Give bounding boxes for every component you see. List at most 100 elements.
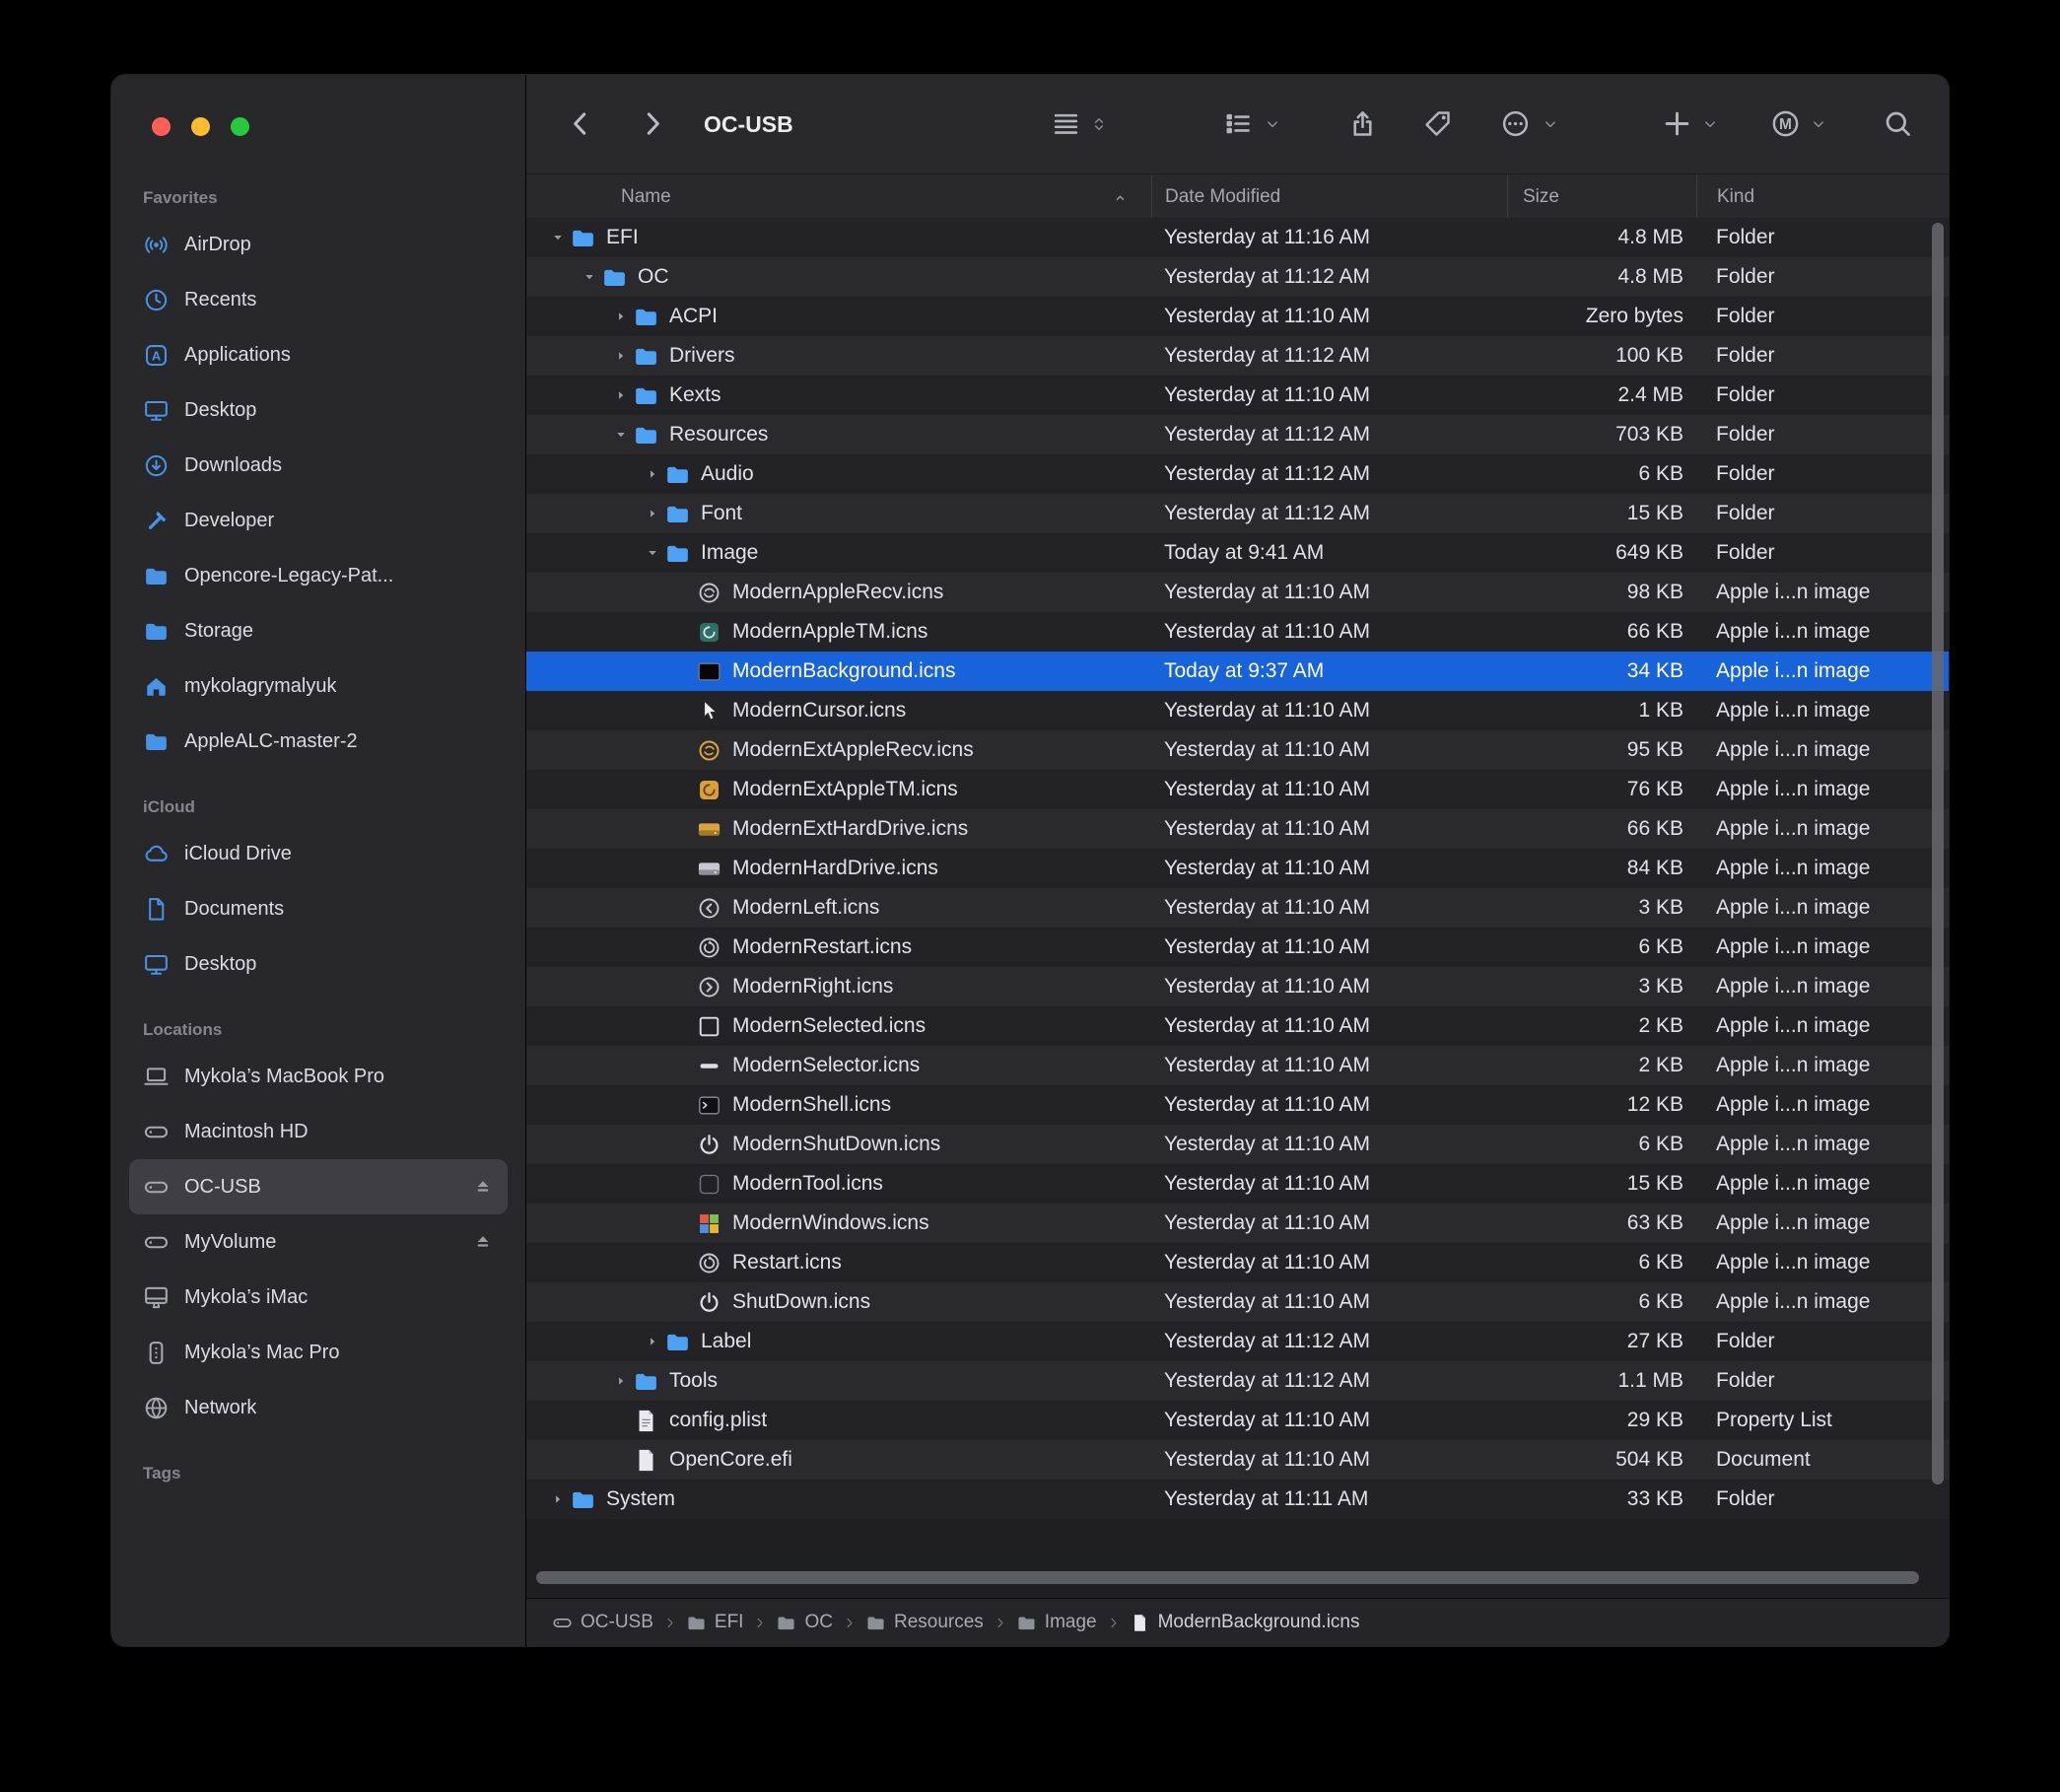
- file-row-modernextharddrive-icns[interactable]: ModernExtHardDrive.icnsYesterday at 11:1…: [526, 809, 1949, 849]
- file-row-label[interactable]: LabelYesterday at 11:12 AM27 KBFolder: [526, 1322, 1949, 1361]
- view-switcher-icon[interactable]: [1051, 108, 1081, 139]
- sidebar-item-applications[interactable]: AApplications: [129, 327, 508, 382]
- sidebar-item-downloads[interactable]: Downloads: [129, 438, 508, 493]
- sidebar-item-macintosh-hd[interactable]: Macintosh HD: [129, 1104, 508, 1159]
- file-row-efi[interactable]: EFIYesterday at 11:16 AM4.8 MBFolder: [526, 218, 1949, 257]
- disclosure-closed-icon[interactable]: [641, 503, 664, 524]
- file-row-modernappletm-icns[interactable]: ModernAppleTM.icnsYesterday at 11:10 AM6…: [526, 612, 1949, 652]
- file-row-modernwindows-icns[interactable]: ModernWindows.icnsYesterday at 11:10 AM6…: [526, 1204, 1949, 1243]
- sidebar-item-mykola-s-macbook-pro[interactable]: Mykola’s MacBook Pro: [129, 1049, 508, 1104]
- chevron-down-icon[interactable]: [1810, 115, 1827, 133]
- path-item-oc-usb[interactable]: OC-USB: [552, 1612, 653, 1633]
- sidebar-item-airdrop[interactable]: AirDrop: [129, 217, 508, 272]
- disclosure-closed-icon[interactable]: [641, 1331, 664, 1352]
- column-header-kind[interactable]: Kind: [1696, 174, 1949, 219]
- zoom-button[interactable]: [231, 117, 249, 136]
- file-row-modernleft-icns[interactable]: ModernLeft.icnsYesterday at 11:10 AM3 KB…: [526, 888, 1949, 928]
- disclosure-closed-icon[interactable]: [641, 463, 664, 485]
- disclosure-closed-icon[interactable]: [609, 384, 633, 406]
- column-header-size[interactable]: Size: [1507, 174, 1696, 219]
- name-cell: Drivers: [526, 343, 1151, 370]
- chevron-down-icon[interactable]: [1542, 115, 1559, 133]
- file-row-modernextapplerecv-icns[interactable]: ModernExtAppleRecv.icnsYesterday at 11:1…: [526, 730, 1949, 770]
- sidebar-item-recents[interactable]: Recents: [129, 272, 508, 327]
- file-row-audio[interactable]: AudioYesterday at 11:12 AM6 KBFolder: [526, 454, 1949, 494]
- sidebar-item-icloud-drive[interactable]: iCloud Drive: [129, 826, 508, 881]
- file-row-modernright-icns[interactable]: ModernRight.icnsYesterday at 11:10 AM3 K…: [526, 967, 1949, 1006]
- file-row-modernextappletm-icns[interactable]: ModernExtAppleTM.icnsYesterday at 11:10 …: [526, 770, 1949, 809]
- chevron-down-icon[interactable]: [1701, 115, 1719, 133]
- disclosure-open-icon[interactable]: [641, 542, 664, 564]
- disclosure-closed-icon[interactable]: [609, 1370, 633, 1392]
- minimize-button[interactable]: [191, 117, 210, 136]
- file-row-resources[interactable]: ResourcesYesterday at 11:12 AM703 KBFold…: [526, 415, 1949, 454]
- sidebar-item-oc-usb[interactable]: OC-USB: [129, 1159, 508, 1214]
- back-button[interactable]: [566, 108, 596, 139]
- path-item-efi[interactable]: EFI: [686, 1612, 744, 1633]
- group-by-icon[interactable]: [1222, 108, 1253, 139]
- file-row-oc[interactable]: OCYesterday at 11:12 AM4.8 MBFolder: [526, 257, 1949, 297]
- file-row-font[interactable]: FontYesterday at 11:12 AM15 KBFolder: [526, 494, 1949, 533]
- file-row-modernselector-icns[interactable]: ModernSelector.icnsYesterday at 11:10 AM…: [526, 1046, 1949, 1085]
- file-row-modernshell-icns[interactable]: ModernShell.icnsYesterday at 11:10 AM12 …: [526, 1085, 1949, 1125]
- sidebar-item-applealc-master-2[interactable]: AppleALC-master-2: [129, 714, 508, 769]
- disclosure-open-icon[interactable]: [578, 266, 601, 288]
- file-row-system[interactable]: SystemYesterday at 11:11 AM33 KBFolder: [526, 1480, 1949, 1519]
- sidebar-item-mykolagrymalyuk[interactable]: mykolagrymalyuk: [129, 658, 508, 714]
- file-row-moderntool-icns[interactable]: ModernTool.icnsYesterday at 11:10 AM15 K…: [526, 1164, 1949, 1204]
- sidebar-item-storage[interactable]: Storage: [129, 603, 508, 658]
- sidebar-item-developer[interactable]: Developer: [129, 493, 508, 548]
- column-header-name[interactable]: Name: [526, 174, 1151, 219]
- file-row-image[interactable]: ImageToday at 9:41 AM649 KBFolder: [526, 533, 1949, 573]
- eject-icon[interactable]: [472, 1176, 494, 1198]
- chevron-down-icon[interactable]: [1264, 115, 1281, 133]
- date-modified-cell: Yesterday at 11:10 AM: [1151, 383, 1507, 407]
- disclosure-closed-icon[interactable]: [546, 1488, 570, 1510]
- file-row-shutdown-icns[interactable]: ShutDown.icnsYesterday at 11:10 AM6 KBAp…: [526, 1282, 1949, 1322]
- file-row-modernshutdown-icns[interactable]: ModernShutDown.icnsYesterday at 11:10 AM…: [526, 1125, 1949, 1164]
- vertical-scrollbar-thumb[interactable]: [1932, 223, 1944, 1484]
- sidebar-item-myvolume[interactable]: MyVolume: [129, 1214, 508, 1270]
- more-actions-icon[interactable]: [1500, 108, 1531, 139]
- share-icon[interactable]: [1347, 108, 1378, 139]
- path-item-modernbackground-icns[interactable]: ModernBackground.icns: [1130, 1612, 1360, 1633]
- file-row-opencore-efi[interactable]: OpenCore.efiYesterday at 11:10 AM504 KBD…: [526, 1440, 1949, 1480]
- file-row-modernselected-icns[interactable]: ModernSelected.icnsYesterday at 11:10 AM…: [526, 1006, 1949, 1046]
- sidebar-item-desktop[interactable]: Desktop: [129, 936, 508, 992]
- chevron-up-down-icon[interactable]: [1090, 115, 1108, 133]
- new-item-icon[interactable]: [1662, 108, 1692, 139]
- sidebar-item-documents[interactable]: Documents: [129, 881, 508, 936]
- eject-icon[interactable]: [472, 1231, 494, 1253]
- path-item-image[interactable]: Image: [1016, 1612, 1097, 1633]
- close-button[interactable]: [152, 117, 171, 136]
- disclosure-closed-icon[interactable]: [609, 306, 633, 327]
- disclosure-open-icon[interactable]: [546, 227, 570, 248]
- sidebar-item-mykola-s-imac[interactable]: Mykola’s iMac: [129, 1270, 508, 1325]
- file-row-moderncursor-icns[interactable]: ModernCursor.icnsYesterday at 11:10 AM1 …: [526, 691, 1949, 730]
- file-row-modernharddrive-icns[interactable]: ModernHardDrive.icnsYesterday at 11:10 A…: [526, 849, 1949, 888]
- disclosure-open-icon[interactable]: [609, 424, 633, 446]
- m-badge-icon[interactable]: M: [1770, 108, 1801, 139]
- disclosure-spacer: [672, 818, 696, 840]
- tag-icon[interactable]: [1422, 108, 1453, 139]
- file-row-modernrestart-icns[interactable]: ModernRestart.icnsYesterday at 11:10 AM6…: [526, 928, 1949, 967]
- path-item-resources[interactable]: Resources: [865, 1612, 984, 1633]
- file-row-config-plist[interactable]: config.plistYesterday at 11:10 AM29 KBPr…: [526, 1401, 1949, 1440]
- file-row-tools[interactable]: ToolsYesterday at 11:12 AM1.1 MBFolder: [526, 1361, 1949, 1401]
- search-icon[interactable]: [1883, 108, 1913, 139]
- sidebar-item-network[interactable]: Network: [129, 1380, 508, 1435]
- path-item-oc[interactable]: OC: [776, 1612, 833, 1633]
- file-row-acpi[interactable]: ACPIYesterday at 11:10 AMZero bytesFolde…: [526, 297, 1949, 336]
- horizontal-scrollbar-thumb[interactable]: [536, 1571, 1919, 1584]
- disclosure-closed-icon[interactable]: [609, 345, 633, 367]
- forward-button[interactable]: [637, 108, 667, 139]
- file-row-restart-icns[interactable]: Restart.icnsYesterday at 11:10 AM6 KBApp…: [526, 1243, 1949, 1282]
- sidebar-item-opencore-legacy-pat[interactable]: Opencore-Legacy-Pat...: [129, 548, 508, 603]
- file-row-kexts[interactable]: KextsYesterday at 11:10 AM2.4 MBFolder: [526, 376, 1949, 415]
- column-header-date-modified[interactable]: Date Modified: [1151, 174, 1507, 219]
- sidebar-item-desktop[interactable]: Desktop: [129, 382, 508, 438]
- file-row-drivers[interactable]: DriversYesterday at 11:12 AM100 KBFolder: [526, 336, 1949, 376]
- sidebar-item-mykola-s-mac-pro[interactable]: Mykola’s Mac Pro: [129, 1325, 508, 1380]
- file-row-modernbackground-icns[interactable]: ModernBackground.icnsToday at 9:37 AM34 …: [526, 652, 1949, 691]
- file-row-modernapplerecv-icns[interactable]: ModernAppleRecv.icnsYesterday at 11:10 A…: [526, 573, 1949, 612]
